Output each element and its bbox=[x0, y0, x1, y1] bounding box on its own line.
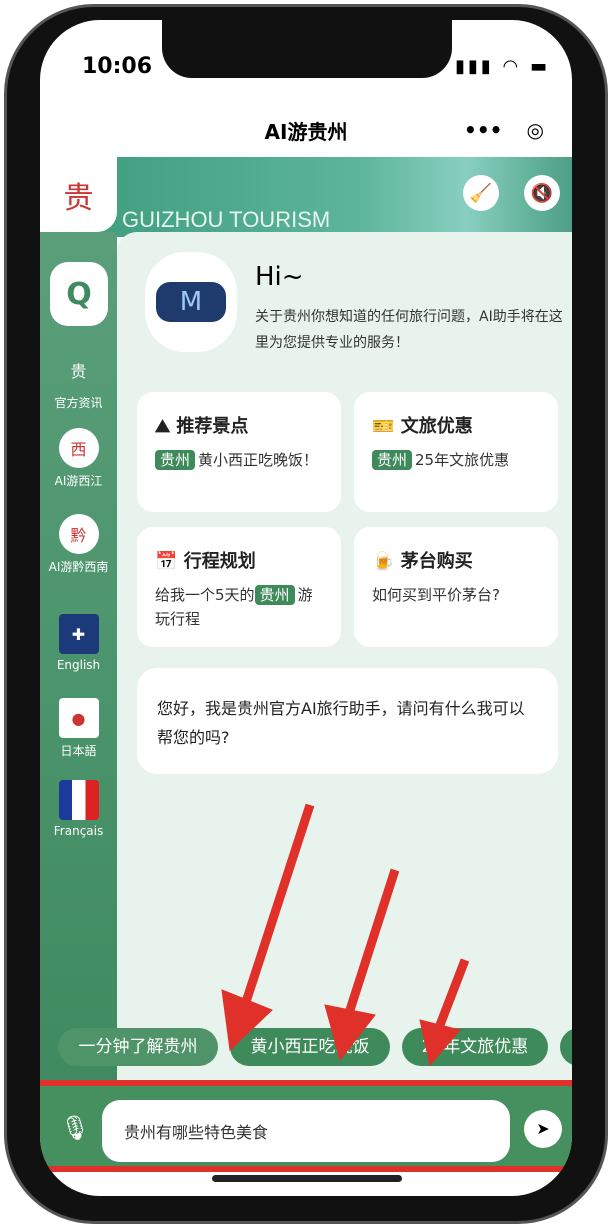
screen: 10:06 ▮▮▮ ◠ ▬ AI游贵州 ••• ◎ 贵 GUIZHOU TOUR… bbox=[40, 20, 572, 1196]
arrow-3 bbox=[435, 958, 470, 1027]
arrow-1 bbox=[240, 803, 315, 1007]
annotation-arrows bbox=[221, 803, 470, 1067]
arrow-2 bbox=[345, 868, 400, 1012]
arrow-3-head bbox=[419, 1019, 461, 1067]
arrow-2-head bbox=[324, 1004, 376, 1062]
